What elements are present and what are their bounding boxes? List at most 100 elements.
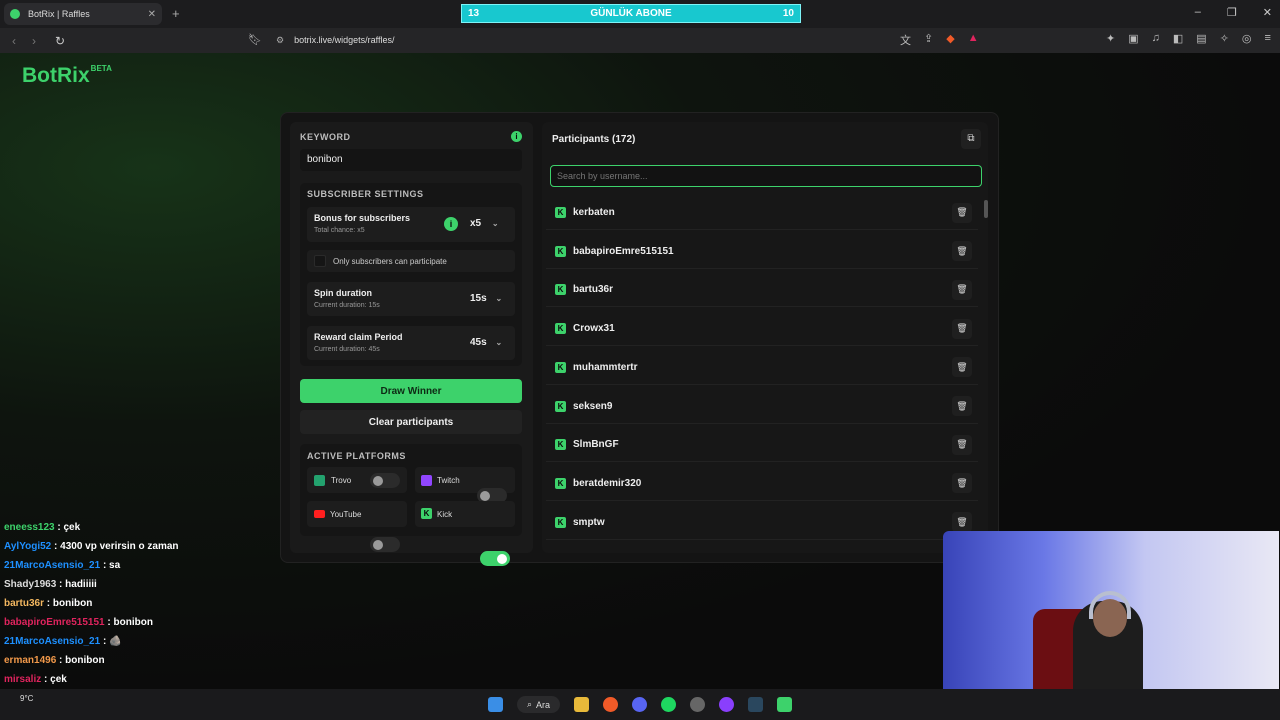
kick-icon: K (555, 477, 566, 489)
trash-icon[interactable]: 🗑︎ (952, 473, 972, 494)
search-label: Ara (536, 699, 551, 710)
trash-icon[interactable]: 🗑︎ (952, 202, 972, 223)
platforms-label: ACTIVE PLATFORMS (307, 451, 406, 461)
menu-icon[interactable]: ≡ (1265, 32, 1271, 45)
youtube-toggle[interactable] (370, 537, 400, 552)
window-controls: – ❐ ✕ (1195, 6, 1272, 19)
trash-icon[interactable]: 🗑︎ (952, 357, 972, 378)
minimize-button[interactable]: – (1195, 6, 1201, 19)
maximize-button[interactable]: ❐ (1227, 6, 1237, 19)
steam-icon[interactable] (748, 697, 764, 712)
bonus-subtitle: Total chance: x5 (314, 227, 365, 234)
bonus-info-icon[interactable]: i (444, 217, 458, 231)
bonus-select-value: x5 (470, 218, 482, 229)
chat-username: erman1496 (4, 655, 57, 666)
bookmark-icon[interactable]: 🔖︎ (248, 33, 262, 46)
chat-message: eneess123 : çek (4, 518, 284, 537)
wallet-icon[interactable]: ▤ (1196, 32, 1206, 45)
kick-icon: K (555, 516, 566, 528)
draw-winner-button[interactable]: Draw Winner (300, 379, 522, 403)
participant-row: Kseksen9 🗑︎ (546, 390, 978, 424)
back-icon[interactable]: ‹ (4, 34, 24, 48)
vpn-icon[interactable]: ◎ (1242, 32, 1252, 45)
sidebar-icon[interactable]: ◧ (1173, 32, 1183, 45)
taskbar-search[interactable]: ⌕ Ara (516, 696, 561, 713)
chat-text: : 🪨 (102, 636, 122, 647)
claim-subtitle: Current duration: 45s (314, 346, 380, 353)
forward-icon[interactable]: › (24, 34, 44, 48)
media-icon[interactable]: ▣ (1128, 32, 1138, 45)
kick-toggle[interactable] (480, 551, 510, 566)
trash-icon[interactable]: 🗑︎ (952, 396, 972, 416)
keyword-input[interactable]: bonibon (300, 149, 522, 171)
participant-row: Kkerbaten 🗑︎ (546, 196, 978, 230)
list-scrollbar[interactable] (984, 200, 988, 218)
beta-badge: BETA (90, 64, 112, 73)
kick-icon: K (555, 323, 566, 335)
browser-tab[interactable]: BotRix | Raffles ✕ (4, 3, 162, 25)
brave-icon[interactable] (603, 697, 619, 712)
botrix-logo[interactable]: BotRixBETA (22, 64, 112, 88)
discord-icon[interactable] (632, 697, 648, 712)
chrome-icon[interactable] (690, 697, 706, 712)
reload-icon[interactable]: ↻ (50, 34, 70, 48)
clear-participants-button[interactable]: Clear participants (300, 410, 522, 434)
trash-icon[interactable]: 🗑︎ (952, 434, 972, 455)
start-icon[interactable] (487, 697, 503, 712)
chat-username: bartu36r (4, 598, 45, 609)
spotify-icon[interactable] (661, 697, 677, 712)
trash-icon[interactable]: 🗑︎ (952, 279, 972, 300)
chat-text: : çek (57, 522, 81, 533)
chat-username: 21MarcoAsensio_21 (4, 636, 101, 647)
translate-icon[interactable]: 文 (900, 32, 911, 48)
chat-message: babapiroEmre515151 : bonibon (4, 613, 284, 632)
bonus-select[interactable]: x5 ⌄ (470, 218, 499, 229)
info-icon[interactable]: i (511, 131, 522, 142)
site-info-icon[interactable]: ⚙︎ (276, 35, 284, 46)
file-explorer-icon[interactable] (574, 697, 590, 712)
chevron-down-icon: ⌄ (495, 338, 503, 347)
close-tab-icon[interactable]: ✕ (148, 9, 156, 20)
headphones (1089, 591, 1131, 619)
chat-username: mirsaliz (4, 674, 42, 685)
chat-text: : bonibon (59, 655, 105, 666)
claim-select-value: 45s (470, 337, 487, 348)
obs-icon[interactable] (719, 697, 735, 712)
brave-rewards-icon[interactable]: ▲ (968, 32, 979, 48)
copy-icon[interactable]: ⧉ (961, 129, 981, 149)
spin-select-value: 15s (470, 293, 487, 304)
url-field[interactable]: ⚙︎ botrix.live/widgets/raffles/ (276, 31, 886, 49)
participant-row: Ksmptw 🗑︎ (546, 506, 978, 540)
participant-row: KbabapiroEmre515151 🗑︎ (546, 235, 978, 269)
extensions-icon[interactable]: ✦ (1106, 32, 1115, 45)
tab-title: BotRix | Raffles (28, 9, 90, 19)
youtube-label: YouTube (330, 510, 362, 519)
new-tab-button[interactable]: + (172, 6, 180, 21)
trovo-toggle[interactable] (370, 473, 400, 488)
bonus-title: Bonus for subscribers (314, 213, 411, 223)
trovo-icon (314, 475, 325, 486)
participant-row: Kberatdemir320 🗑︎ (546, 467, 978, 501)
subscriber-settings-label: SUBSCRIBER SETTINGS (307, 189, 424, 199)
kick-app-icon[interactable] (777, 697, 793, 712)
claim-select[interactable]: 45s ⌄ (470, 337, 502, 348)
brave-shield-icon[interactable]: ◆ (946, 32, 954, 48)
trash-icon[interactable]: 🗑︎ (952, 512, 972, 533)
participant-name: muhammtertr (573, 361, 638, 373)
participant-name: Crowx31 (573, 323, 615, 335)
trash-icon[interactable]: 🗑︎ (952, 318, 972, 339)
search-icon: ⌕ (526, 699, 533, 709)
chat-message: erman1496 : bonibon (4, 651, 284, 670)
leo-icon[interactable]: ✧ (1220, 32, 1229, 45)
kick-icon: K (555, 284, 566, 296)
music-icon[interactable]: ♫ (1152, 32, 1160, 45)
participant-search-input[interactable] (550, 165, 982, 187)
trash-icon[interactable]: 🗑︎ (952, 241, 972, 262)
spin-select[interactable]: 15s ⌄ (470, 293, 502, 304)
twitch-icon (421, 475, 432, 486)
kick-icon: K (421, 508, 432, 519)
only-subs-checkbox[interactable] (314, 255, 326, 267)
share-icon[interactable]: ⇪ (924, 32, 933, 48)
subscriber-goal-bar: 13 GÜNLÜK ABONE 10 (461, 4, 801, 23)
close-window-button[interactable]: ✕ (1263, 6, 1272, 19)
